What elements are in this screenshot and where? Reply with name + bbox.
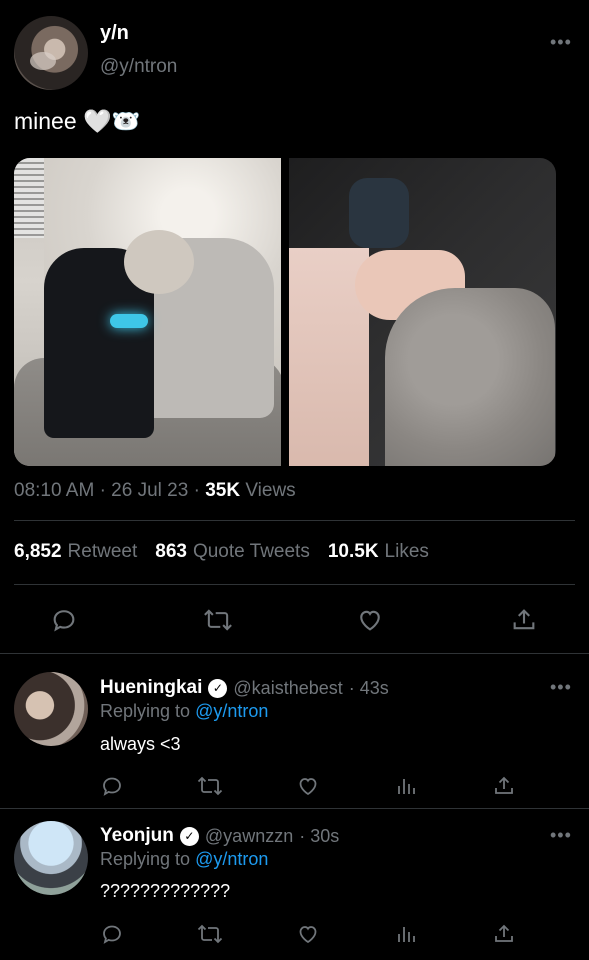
author-avatar[interactable] xyxy=(14,16,88,90)
tweet-time: 08:10 AM xyxy=(14,480,95,501)
retweet-icon[interactable] xyxy=(196,774,224,798)
reply-icon[interactable] xyxy=(50,606,78,634)
views-label: Views xyxy=(245,480,296,501)
quotes-stat[interactable]: 863 Quote Tweets xyxy=(155,541,310,563)
heart-icon[interactable] xyxy=(296,922,320,946)
reply-icon[interactable] xyxy=(100,922,124,946)
reply-text: ????????????? xyxy=(100,881,231,901)
divider xyxy=(14,520,575,521)
verified-badge-icon: ✓ xyxy=(208,678,228,698)
author-display-name[interactable]: y/n xyxy=(100,22,129,45)
more-options-button[interactable]: ••• xyxy=(550,32,572,53)
tweet-media xyxy=(14,158,556,466)
share-icon[interactable] xyxy=(492,922,516,946)
heart-icon[interactable] xyxy=(296,774,320,798)
retweets-stat[interactable]: 6,852 Retweet xyxy=(14,541,137,563)
reply-handle: @yawnzzn xyxy=(204,825,294,846)
likes-stat[interactable]: 10.5K Likes xyxy=(328,541,429,563)
verified-badge-icon: ✓ xyxy=(179,826,199,846)
reply-handle: @kaisthebest xyxy=(233,677,343,698)
share-icon[interactable] xyxy=(492,774,516,798)
tweet-text: minee 🤍🐻‍❄️ xyxy=(14,108,141,134)
tweet-photo-2[interactable] xyxy=(289,158,556,466)
tweet-meta: 08:10 AM · 26 Jul 23 · 35K Views xyxy=(14,480,296,502)
analytics-icon[interactable] xyxy=(394,922,418,946)
tweet-action-bar xyxy=(0,600,589,640)
author-handle[interactable]: @y/ntron xyxy=(100,56,177,78)
meta-separator: · xyxy=(99,480,106,501)
analytics-icon[interactable] xyxy=(394,774,418,798)
reply-avatar[interactable] xyxy=(14,821,88,895)
views-count: 35K xyxy=(205,480,241,501)
replying-to: Replying to @y/ntron xyxy=(100,849,269,869)
reply-avatar[interactable] xyxy=(14,672,88,746)
reply-icon[interactable] xyxy=(100,774,124,798)
reply-action-bar xyxy=(0,918,589,952)
retweet-icon[interactable] xyxy=(202,606,234,634)
retweet-icon[interactable] xyxy=(196,922,224,946)
reply-author[interactable]: Yeonjun ✓ @yawnzzn · 30s xyxy=(100,825,339,847)
reply-display-name: Hueningkai xyxy=(100,677,203,698)
replying-to: Replying to @y/ntron xyxy=(100,701,269,721)
tweet-date: 26 Jul 23 xyxy=(111,480,189,501)
share-icon[interactable] xyxy=(510,606,538,634)
divider xyxy=(0,653,589,654)
replying-to-handle[interactable]: @y/ntron xyxy=(195,701,268,721)
reply-author[interactable]: Hueningkai ✓ @kaisthebest · 43s xyxy=(100,677,389,699)
replying-to-handle[interactable]: @y/ntron xyxy=(195,849,268,869)
more-options-button[interactable]: ••• xyxy=(550,677,572,698)
divider xyxy=(14,584,575,585)
reply-action-bar xyxy=(0,770,589,804)
divider xyxy=(0,808,589,809)
meta-separator: · xyxy=(193,480,200,501)
reply-display-name: Yeonjun xyxy=(100,825,174,846)
heart-icon[interactable] xyxy=(356,606,384,634)
reply-text: always <3 xyxy=(100,734,181,754)
tweet-photo-1[interactable] xyxy=(14,158,281,466)
tweet-stats: 6,852 Retweet 863 Quote Tweets 10.5K Likes xyxy=(14,541,429,563)
more-options-button[interactable]: ••• xyxy=(550,825,572,846)
reply-age: · 43s xyxy=(348,677,389,698)
reply-age: · 30s xyxy=(299,825,340,846)
